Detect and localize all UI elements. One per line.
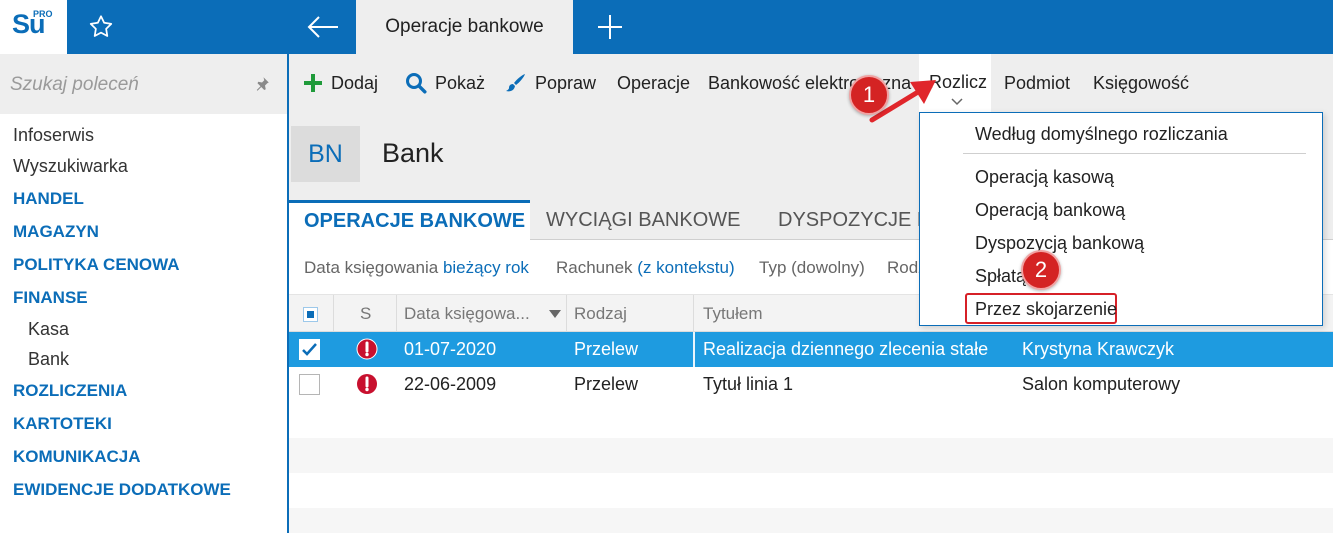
entity-button[interactable]: Podmiot [1004,54,1070,112]
column-kind[interactable]: Rodzaj [574,295,627,333]
table-row[interactable]: 01-07-2020 Przelew Realizacja dziennego … [289,332,1333,367]
menu-item-cash-operation[interactable]: Operacją kasową [975,167,1114,188]
search-icon [406,73,427,94]
operations-grid: S Data księgowa... Rodzaj Tytułem 01-07-… [289,294,1333,533]
accounting-button-label: Księgowość [1093,72,1190,93]
operations-button-label: Operacje [617,72,691,93]
table-row[interactable]: 22-06-2009 Przelew Tytuł linia 1 Salon k… [289,367,1333,402]
sidebar-item-ewidencje-dodatkowe[interactable]: EWIDENCJE DODATKOWE [0,473,287,506]
plus-icon [304,74,322,92]
show-button-label: Pokaż [435,72,486,93]
toolbar: Dodaj Pokaż Popraw Operacje Bankowość el… [289,54,1333,112]
tab-operacje-bankowe[interactable]: Operacje bankowe [356,0,573,54]
module-badge: BN [291,126,360,182]
menu-item-by-association[interactable]: Przez skojarzenie [975,299,1117,320]
command-search-input[interactable] [10,70,246,100]
sidebar-search [0,54,287,114]
sidebar-item-komunikacja[interactable]: KOMUNIKACJA [0,440,287,473]
row-date: 01-07-2020 [404,339,497,359]
column-status[interactable]: S [360,295,371,333]
sidebar-item-kartoteki[interactable]: KARTOTEKI [0,407,287,440]
menu-item-default-settlement[interactable]: Według domyślnego rozliczania [975,124,1228,145]
chevron-down-icon [951,98,963,106]
sidebar-item-finanse[interactable]: FINANSE [0,281,287,314]
sidebar-nav: Infoserwis Wyszukiwarka HANDEL MAGAZYN P… [0,120,287,506]
sidebar-item-bank[interactable]: Bank [0,344,287,374]
back-button[interactable] [289,0,356,54]
sidebar-item-wyszukiwarka[interactable]: Wyszukiwarka [0,151,287,182]
menu-item-bank-disposition[interactable]: Dyspozycją bankową [975,233,1144,254]
row-kind: Przelew [574,339,639,359]
column-separator [396,295,397,333]
filter-account-label: Rachunek [556,258,633,277]
exclamation-icon [357,374,377,394]
brush-icon [506,74,525,92]
column-separator [566,295,567,333]
sidebar-item-kasa[interactable]: Kasa [0,314,287,344]
add-button[interactable]: Dodaj [303,54,378,112]
row-title: Realizacja dziennego zlecenia stałe [703,339,989,359]
logo-superscript: PRO [33,9,53,19]
show-button[interactable]: Pokaż [405,54,485,112]
operations-button[interactable]: Operacje [617,54,690,112]
pin-icon[interactable] [253,75,271,93]
filter-date[interactable]: Data księgowania bieżący rok [304,258,529,278]
callout-step-2: 2 [1021,250,1061,290]
plus-icon [598,15,622,39]
tab-operacje-bankowe[interactable]: OPERACJE BANKOWE [289,200,530,240]
select-all-checkbox[interactable] [303,307,318,322]
exclamation-icon [356,338,378,360]
sidebar-item-polityka-cenowa[interactable]: POLITYKA CENOWA [0,248,287,281]
column-separator [693,332,695,367]
callout-step-1: 1 [849,75,889,115]
filter-account[interactable]: Rachunek (z kontekstu) [556,258,735,278]
sort-down-icon[interactable] [549,310,561,318]
filter-account-value[interactable]: (z kontekstu) [637,258,734,277]
row-title: Tytuł linia 1 [703,374,794,394]
check-icon [302,343,317,356]
filter-date-value[interactable]: bieżący rok [443,258,529,277]
new-tab-button[interactable] [580,0,640,54]
tab-wyciagi-bankowe[interactable]: WYCIĄGI BANKOWE [546,200,740,240]
sidebar-item-handel[interactable]: HANDEL [0,182,287,215]
page-title: Bank [382,138,444,168]
filter-date-label: Data księgowania [304,258,439,277]
row-checkbox[interactable] [299,339,320,360]
sidebar-item-magazyn[interactable]: MAGAZYN [0,215,287,248]
favorite-button[interactable] [67,0,134,54]
star-icon [89,15,112,37]
add-button-label: Dodaj [331,72,379,93]
row-date: 22-06-2009 [404,374,497,394]
menu-separator [963,153,1306,154]
column-separator [333,295,334,333]
menu-item-repayment[interactable]: Spłatą [975,266,1026,287]
column-separator [693,295,694,333]
filter-type[interactable]: Typ (dowolny) [759,258,865,278]
row-party: Krystyna Krawczyk [1022,339,1175,359]
arrow-left-icon [307,16,338,38]
row-party: Salon komputerowy [1022,374,1181,394]
sidebar: Infoserwis Wyszukiwarka HANDEL MAGAZYN P… [0,54,287,533]
menu-item-bank-operation[interactable]: Operacją bankową [975,200,1125,221]
edit-button[interactable]: Popraw [505,54,596,112]
column-title[interactable]: Tytułem [703,295,763,333]
edit-button-label: Popraw [535,72,597,93]
title-bar: Su PRO Operacje bankowe [0,0,1333,54]
settle-dropdown-menu: Według domyślnego rozliczania Operacją k… [919,112,1323,326]
sidebar-item-infoserwis[interactable]: Infoserwis [0,120,287,151]
empty-row [289,438,1333,473]
accounting-button[interactable]: Księgowość [1093,54,1189,112]
row-kind: Przelew [574,374,639,394]
sidebar-item-rozliczenia[interactable]: ROZLICZENIA [0,374,287,407]
column-date[interactable]: Data księgowa... [404,295,530,333]
entity-button-label: Podmiot [1004,72,1071,93]
app-logo[interactable]: Su PRO [0,0,67,54]
empty-row [289,508,1333,533]
row-checkbox[interactable] [299,374,320,395]
